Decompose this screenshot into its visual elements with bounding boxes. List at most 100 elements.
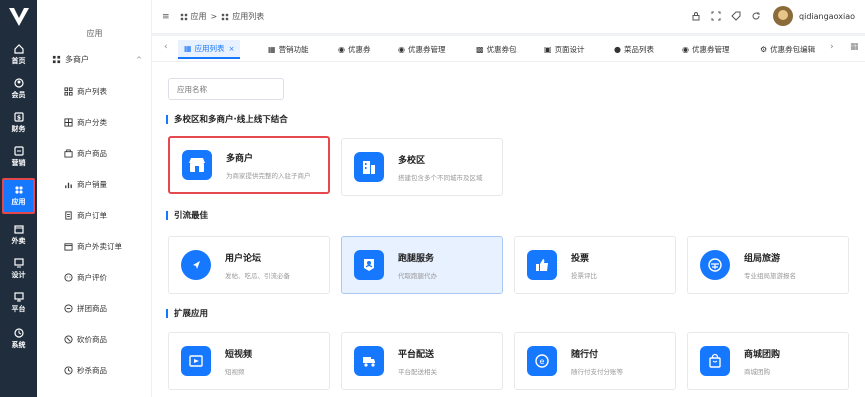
user-menu[interactable]: qidiangaoxiao [773,6,855,26]
sidebar-item-label: 商户列表 [77,87,107,96]
tab-app-list[interactable]: ▦ 应用列表 × [178,40,241,59]
tab-scroll-left-icon[interactable]: ‹ [164,42,168,52]
grid-icon [180,13,187,20]
rail-item-design[interactable]: 设计 [2,252,35,286]
app-logo[interactable] [4,4,33,30]
breadcrumb-item[interactable]: 应用 [191,11,207,22]
rail-label: 财务 [11,125,26,133]
sidebar-item-label: 商户销量 [77,180,107,189]
rail-item-apps[interactable]: 应用 [2,178,35,214]
app-card-name: 多商户 [226,153,254,164]
app-card-vote[interactable]: 投票 投票评比 [514,236,676,294]
collapse-menu-icon[interactable]: ≡ [162,12,170,22]
goods-icon [64,149,73,158]
user-icon [13,78,24,88]
order-icon [65,211,72,220]
rail-label: 平台 [11,305,26,313]
breadcrumb-item: 应用列表 [232,12,265,21]
sidebar-item-label: 砍价商品 [77,335,107,344]
tag-icon[interactable] [731,11,741,21]
review-icon [64,273,73,282]
app-card-name: 投票 [571,253,590,264]
rail-item-finance[interactable]: $ 财务 [2,106,35,140]
header-tools [691,11,761,21]
app-card-mall-group-buy[interactable]: 商城团购 商城团购 [687,332,849,390]
coupon-icon: ◉ [682,45,689,54]
sidebar-item-merchant-goods[interactable]: 商户商品 [64,148,107,159]
sidebar-item-merchant-takeout-orders[interactable]: 商户外卖订单 [64,241,122,252]
tab-coupon-manage[interactable]: ◉ 优惠券管理 [392,40,451,59]
rail-label: 首页 [11,57,26,65]
sidebar-item-seckill-goods[interactable]: 秒杀商品 [64,365,107,376]
rail-item-member[interactable]: 会员 [2,72,35,106]
delivery-icon [354,346,384,376]
travel-icon [700,250,730,280]
rail-item-takeout[interactable]: 外卖 [2,218,35,252]
tab-more-icon[interactable]: ▦ [850,42,859,52]
rail-item-system[interactable]: 系统 [2,322,35,356]
apps-icon [14,186,23,194]
rail-item-platform[interactable]: 平台 [2,286,35,320]
lock-icon[interactable] [691,11,701,21]
sidebar-item-merchant-orders[interactable]: 商户订单 [64,210,107,221]
sidebar-item-merchant-category[interactable]: 商户分类 [64,117,107,128]
tab-coupon-manage-2[interactable]: ◉ 优惠券管理 [676,40,735,59]
tab-label: 优惠券 [347,45,371,54]
app-card-group-travel[interactable]: 组局旅游 专业组局旅游报名 [687,236,849,294]
app-card-name: 组局旅游 [744,253,781,264]
app-card-errand-service[interactable]: 跑腿服务 代取跑腿代办 [341,236,503,294]
platform-icon [13,292,24,302]
shop-icon [182,150,212,180]
tab-scroll-right-icon[interactable]: › [830,42,834,52]
breadcrumb-separator: > [210,12,218,21]
app-card-platform-delivery[interactable]: 平台配送 平台配送相关 [341,332,503,390]
app-card-desc: 商城团购 [744,367,770,376]
tab-dish-list[interactable]: ● 菜品列表 [608,40,660,59]
grid-icon [52,55,61,64]
sidebar-item-merchant-reviews[interactable]: 商户评价 [64,272,107,283]
app-card-desc: 发帖、吃瓜、引流必备 [225,271,290,280]
sidebar-item-merchant-list[interactable]: 商户列表 [64,86,107,97]
search-input[interactable] [168,78,284,100]
forum-icon [181,250,211,280]
app-card-desc: 搭建包含多个不同城市及区域 [398,173,483,182]
app-card-multi-campus[interactable]: 多校区 搭建包含多个不同城市及区域 [341,138,503,196]
package-icon: ▩ [476,45,484,54]
sidebar-item-bargain-goods[interactable]: 砍价商品 [64,334,107,345]
sidebar-item-merchant-sales[interactable]: 商户销量 [64,179,107,190]
svg-text:e: e [540,357,545,366]
sidebar-section-title: 应用 [86,29,103,38]
takeout-icon [13,225,24,234]
sidebar-group-label: 多商户 [65,55,89,64]
sidebar-item-group-buy-goods[interactable]: 拼团商品 [64,303,107,314]
tab-label: 优惠券管理 [691,45,730,54]
tab-coupon-pack[interactable]: ▩ 优惠券包 [470,40,523,59]
tab-marketing[interactable]: ▦ 营销功能 [262,40,315,59]
tab-label: 页面设计 [554,45,585,54]
rail-item-home[interactable]: 首页 [2,38,35,72]
tab-coupon-pack-edit[interactable]: ⚙ 优惠券包编辑 [754,40,821,59]
tab-label: 优惠券包 [486,45,517,54]
app-card-short-video[interactable]: 短视频 短视频 [168,332,330,390]
breadcrumb: ≡ 应用 > 应用列表 [162,11,264,22]
tab-label: 优惠券包编辑 [770,45,816,54]
rail-label: 外卖 [11,237,26,245]
refresh-icon[interactable] [751,11,761,21]
chevron-up-icon: ^ [136,55,142,64]
sidebar-group-merchant[interactable]: 多商户 ^ [52,54,142,65]
tab-bar: ‹ ▦ 应用列表 × ▦ 营销功能 ◉ 优惠券 ◉ 优惠券管理 ▩ 优惠券包 ▣… [152,36,865,62]
app-card-desc: 代取跑腿代办 [398,271,437,280]
section-title: 引流最佳 [166,209,208,221]
app-card-name: 跑腿服务 [398,253,435,264]
close-icon[interactable]: × [229,45,235,53]
app-card-user-forum[interactable]: 用户论坛 发帖、吃瓜、引流必备 [168,236,330,294]
app-window: 首页 会员 $ 财务 营销 应用 外卖 设计 平台 系统 应用 多商户 ^ 商户… [0,0,865,397]
tab-page-design[interactable]: ▣ 页面设计 [538,40,591,59]
rail-item-marketing[interactable]: 营销 [2,140,35,174]
app-card-name: 多校区 [398,155,426,166]
tab-coupon[interactable]: ◉ 优惠券 [332,40,376,59]
app-card-mobile-pay[interactable]: e 随行付 随行付支付分账等 [514,332,676,390]
fullscreen-icon[interactable] [711,11,721,21]
app-card-multi-merchant[interactable]: 多商户 为商家提供完整的入驻子商户 [168,136,330,194]
secondary-sidebar: 应用 多商户 ^ 商户列表 商户分类 商户商品 商户销量 商户订单 商户外卖订单… [37,0,152,397]
